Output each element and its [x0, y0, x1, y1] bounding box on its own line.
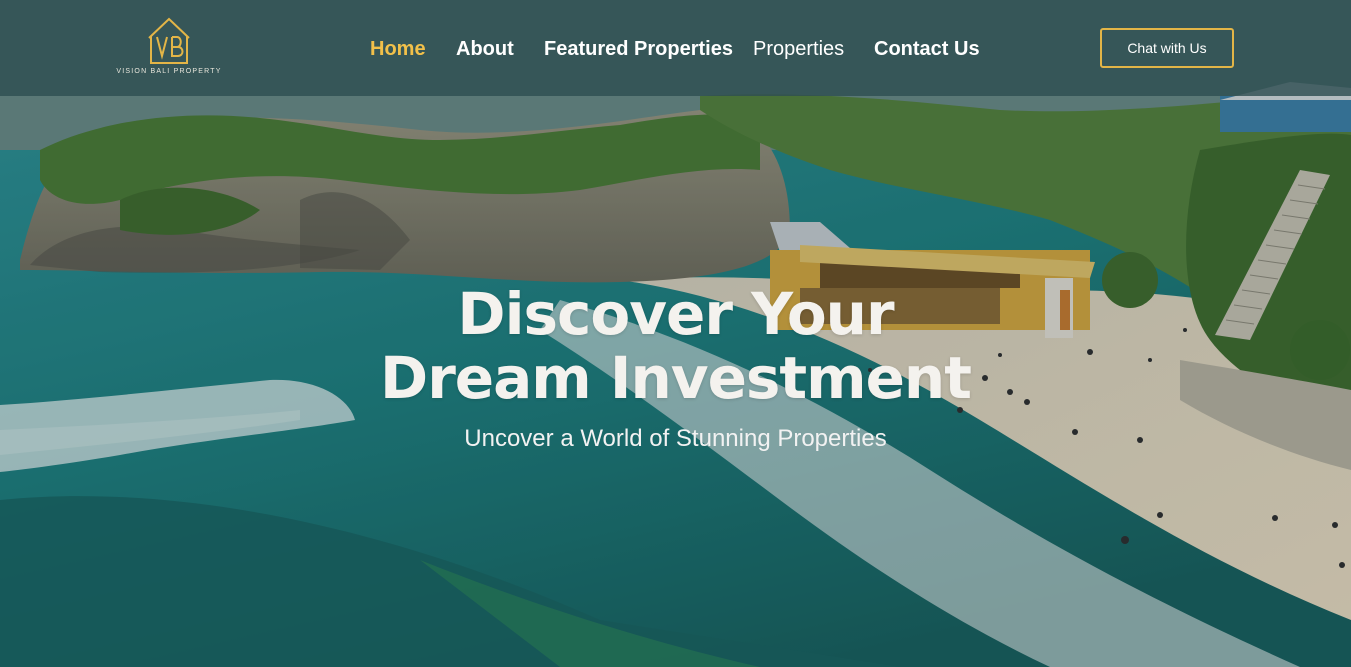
hero-title: Discover Your Dream Investment [0, 282, 1351, 410]
hero-title-line-2: Dream Investment [380, 344, 972, 412]
hero-content: Discover Your Dream Investment Uncover a… [0, 282, 1351, 453]
logo-house-icon [148, 17, 190, 64]
nav-featured-properties[interactable]: Featured Properties [544, 35, 733, 63]
chat-with-us-button[interactable]: Chat with Us [1100, 28, 1234, 68]
nav-contact-us[interactable]: Contact Us [874, 35, 980, 63]
hero-title-line-1: Discover Your [457, 280, 894, 348]
nav-properties[interactable]: Properties [753, 35, 844, 63]
site-header: VISION BALI PROPERTY Home About Featured… [0, 0, 1351, 96]
page: VISION BALI PROPERTY Home About Featured… [0, 0, 1351, 667]
logo-text: VISION BALI PROPERTY [116, 68, 222, 75]
nav-home[interactable]: Home [370, 35, 426, 63]
logo[interactable]: VISION BALI PROPERTY [116, 16, 222, 80]
hero-subtitle: Uncover a World of Stunning Properties [464, 425, 887, 452]
nav-about[interactable]: About [456, 35, 514, 63]
